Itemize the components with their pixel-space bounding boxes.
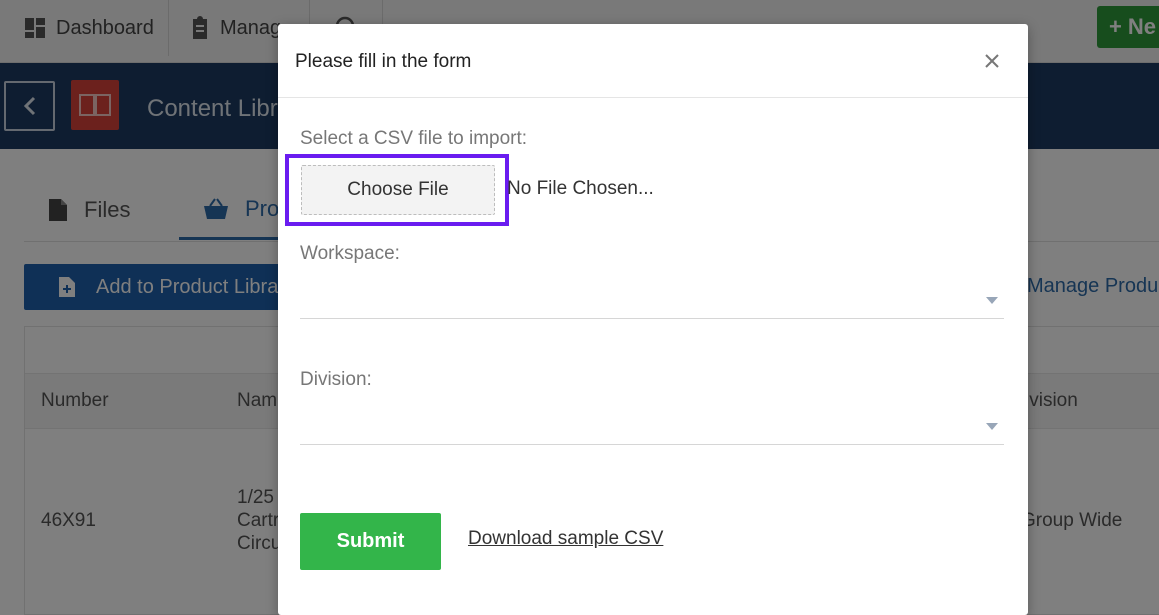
choose-file-button[interactable]: Choose File	[301, 165, 495, 215]
download-sample-csv-link[interactable]: Download sample CSV	[468, 528, 663, 550]
division-label: Division:	[300, 369, 372, 390]
workspace-label: Workspace:	[300, 243, 400, 264]
csv-file-label: Select a CSV file to import:	[300, 128, 528, 149]
caret-down-icon	[986, 297, 998, 304]
file-status-text: No File Chosen...	[507, 178, 654, 199]
submit-button[interactable]: Submit	[300, 513, 441, 570]
close-icon	[985, 54, 999, 68]
import-csv-modal: Please fill in the form Select a CSV fil…	[278, 24, 1028, 615]
caret-down-icon	[986, 423, 998, 430]
workspace-select[interactable]	[300, 277, 1004, 319]
modal-header: Please fill in the form	[278, 24, 1028, 98]
close-button[interactable]	[980, 49, 1004, 73]
division-select[interactable]	[300, 403, 1004, 445]
modal-title: Please fill in the form	[295, 51, 472, 72]
